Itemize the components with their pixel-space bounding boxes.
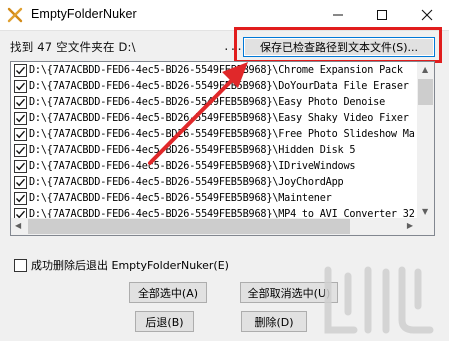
title-bar: EmptyFolderNuker xyxy=(0,0,449,31)
crossed-tools-icon xyxy=(7,7,23,23)
folder-path: D:\{7A7ACBDD-FED6-4ec5-BD26-5549FEB5B968… xyxy=(29,160,356,172)
folder-checkbox[interactable] xyxy=(14,63,27,77)
list-item[interactable]: D:\{7A7ACBDD-FED6-4ec5-BD26-5549FEB5B968… xyxy=(11,142,417,158)
back-button[interactable]: 后退(B) xyxy=(135,311,194,332)
folder-path: D:\{7A7ACBDD-FED6-4ec5-BD26-5549FEB5B968… xyxy=(29,128,415,140)
window-title: EmptyFolderNuker xyxy=(31,7,137,21)
scroll-up-icon[interactable]: ▲ xyxy=(422,65,428,74)
maximize-button[interactable] xyxy=(360,0,404,30)
checkmark-icon xyxy=(15,194,26,202)
folder-path: D:\{7A7ACBDD-FED6-4ec5-BD26-5549FEB5B968… xyxy=(29,80,409,92)
folder-checkbox[interactable] xyxy=(14,159,27,173)
scrollbar-corner xyxy=(417,218,434,235)
folder-checkbox[interactable] xyxy=(14,191,27,205)
folder-path: D:\{7A7ACBDD-FED6-4ec5-BD26-5549FEB5B968… xyxy=(29,64,403,76)
folder-checkbox[interactable] xyxy=(14,111,27,125)
checkmark-icon xyxy=(15,82,26,90)
checkmark-icon xyxy=(15,114,26,122)
checkmark-icon xyxy=(15,146,26,154)
scroll-left-icon[interactable]: ◀ xyxy=(15,221,21,230)
horizontal-scrollbar[interactable]: ◀ ▶ xyxy=(11,218,417,235)
folder-checkbox[interactable] xyxy=(14,79,27,93)
exit-after-delete-label: 成功删除后退出 EmptyFolderNuker(E) xyxy=(31,259,229,272)
checkmark-icon xyxy=(15,130,26,138)
delete-button[interactable]: 删除(D) xyxy=(241,311,307,332)
path-ellipsis: ... xyxy=(223,40,243,53)
scroll-down-icon[interactable]: ▼ xyxy=(422,207,428,216)
folder-rows: D:\{7A7ACBDD-FED6-4ec5-BD26-5549FEB5B968… xyxy=(11,62,417,219)
checkmark-icon xyxy=(15,66,26,74)
list-item[interactable]: D:\{7A7ACBDD-FED6-4ec5-BD26-5549FEB5B968… xyxy=(11,62,417,78)
list-item[interactable]: D:\{7A7ACBDD-FED6-4ec5-BD26-5549FEB5B968… xyxy=(11,94,417,110)
maximize-icon xyxy=(377,10,387,20)
list-item[interactable]: D:\{7A7ACBDD-FED6-4ec5-BD26-5549FEB5B968… xyxy=(11,78,417,94)
folder-path: D:\{7A7ACBDD-FED6-4ec5-BD26-5549FEB5B968… xyxy=(29,96,386,108)
minimize-icon xyxy=(333,14,343,16)
found-count-label: 找到 47 空文件夹在 D:\ xyxy=(10,40,136,54)
folder-path: D:\{7A7ACBDD-FED6-4ec5-BD26-5549FEB5B968… xyxy=(29,192,332,204)
vertical-scrollbar[interactable]: ▲ ▼ xyxy=(417,62,434,219)
list-item[interactable]: D:\{7A7ACBDD-FED6-4ec5-BD26-5549FEB5B968… xyxy=(11,126,417,142)
folder-checkbox[interactable] xyxy=(14,143,27,157)
checkmark-icon xyxy=(15,98,26,106)
empty-folder-list[interactable]: D:\{7A7ACBDD-FED6-4ec5-BD26-5549FEB5B968… xyxy=(10,61,435,236)
horizontal-scroll-thumb[interactable] xyxy=(28,219,350,234)
exit-after-delete-option[interactable]: 成功删除后退出 EmptyFolderNuker(E) xyxy=(14,257,229,273)
close-icon xyxy=(421,9,433,21)
checkmark-icon xyxy=(15,178,26,186)
folder-checkbox[interactable] xyxy=(14,127,27,141)
save-checked-paths-button[interactable]: 保存已检查路径到文本文件(S)... xyxy=(243,37,435,57)
folder-path: D:\{7A7ACBDD-FED6-4ec5-BD26-5549FEB5B968… xyxy=(29,144,356,156)
vertical-scroll-thumb[interactable] xyxy=(418,79,433,105)
folder-checkbox[interactable] xyxy=(14,175,27,189)
list-item[interactable]: D:\{7A7ACBDD-FED6-4ec5-BD26-5549FEB5B968… xyxy=(11,158,417,174)
list-item[interactable]: D:\{7A7ACBDD-FED6-4ec5-BD26-5549FEB5B968… xyxy=(11,110,417,126)
close-button[interactable] xyxy=(405,0,449,30)
deselect-all-button[interactable]: 全部取消选中(U) xyxy=(240,282,338,303)
exit-after-delete-checkbox[interactable] xyxy=(14,258,27,272)
list-item[interactable]: D:\{7A7ACBDD-FED6-4ec5-BD26-5549FEB5B968… xyxy=(11,174,417,190)
folder-path: D:\{7A7ACBDD-FED6-4ec5-BD26-5549FEB5B968… xyxy=(29,112,409,124)
checkmark-icon xyxy=(15,162,26,170)
minimize-button[interactable] xyxy=(316,0,360,30)
scroll-right-icon[interactable]: ▶ xyxy=(407,221,413,230)
folder-path: D:\{7A7ACBDD-FED6-4ec5-BD26-5549FEB5B968… xyxy=(29,176,344,188)
folder-checkbox[interactable] xyxy=(14,95,27,109)
select-all-button[interactable]: 全部选中(A) xyxy=(129,282,207,303)
list-item[interactable]: D:\{7A7ACBDD-FED6-4ec5-BD26-5549FEB5B968… xyxy=(11,190,417,206)
